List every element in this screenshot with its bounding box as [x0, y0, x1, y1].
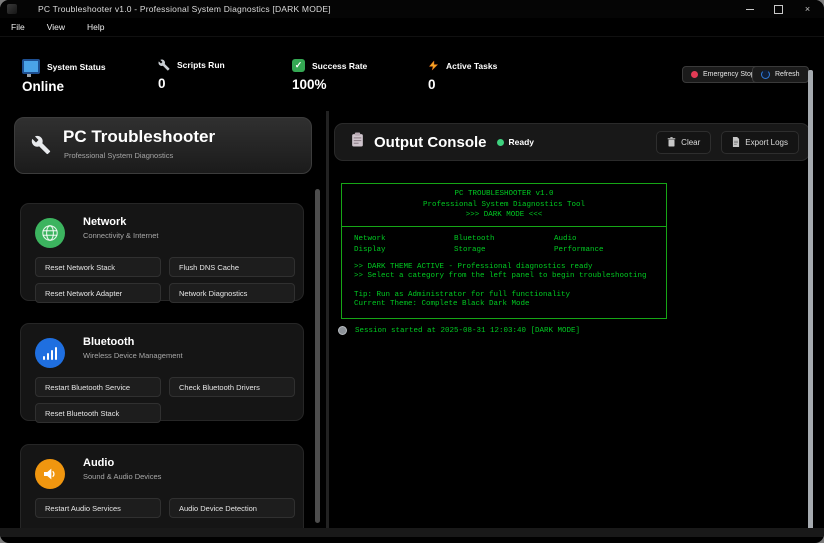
- session-log-entry: Session started at 2025-08-31 12:03:40 […: [338, 326, 580, 335]
- minimize-button[interactable]: [735, 0, 764, 18]
- banner-category: Storage: [454, 245, 554, 256]
- restart-bluetooth-service-button[interactable]: Restart Bluetooth Service: [35, 377, 161, 397]
- menu-view[interactable]: View: [36, 22, 76, 32]
- stat-label: Scripts Run: [177, 60, 225, 70]
- clear-button[interactable]: Clear: [656, 131, 711, 154]
- status-badge: Ready: [509, 137, 535, 147]
- main-content: PC Troubleshooter Professional System Di…: [0, 109, 824, 528]
- window-bottom-strip: [0, 528, 824, 537]
- close-button[interactable]: ×: [793, 0, 822, 18]
- flush-dns-cache-button[interactable]: Flush DNS Cache: [169, 257, 295, 277]
- check-bluetooth-drivers-button[interactable]: Check Bluetooth Drivers: [169, 377, 295, 397]
- refresh-button[interactable]: Refresh: [752, 66, 809, 83]
- menu-file[interactable]: File: [0, 22, 36, 32]
- console-panel: Output Console Ready Clear: [334, 109, 812, 528]
- console-message: >> DARK THEME ACTIVE - Professional diag…: [354, 263, 654, 273]
- banner-category: Display: [354, 245, 454, 256]
- app-subtitle: Professional System Diagnostics: [64, 151, 173, 160]
- console-scrollbar[interactable]: [808, 70, 813, 532]
- stat-value: 0: [158, 76, 225, 91]
- category-title: Network: [83, 216, 126, 228]
- clear-label: Clear: [681, 138, 700, 147]
- sidebar: PC Troubleshooter Professional System Di…: [8, 109, 322, 528]
- restart-audio-services-button[interactable]: Restart Audio Services: [35, 498, 161, 518]
- console-tip: Tip: Run as Administrator for full funct…: [354, 291, 654, 301]
- refresh-label: Refresh: [775, 71, 800, 78]
- window-title: PC Troubleshooter v1.0 - Professional Sy…: [38, 4, 331, 14]
- reset-network-stack-button[interactable]: Reset Network Stack: [35, 257, 161, 277]
- category-description: Sound & Audio Devices: [83, 472, 183, 482]
- export-logs-label: Export Logs: [745, 138, 788, 147]
- stat-success-rate: ✓ Success Rate 100%: [292, 59, 367, 92]
- stat-value: Online: [22, 79, 106, 94]
- document-icon: [732, 137, 740, 147]
- minimize-icon: [746, 9, 754, 10]
- stat-label: System Status: [47, 62, 106, 72]
- banner-category: Bluetooth: [454, 234, 554, 245]
- app-icon: [7, 4, 17, 14]
- category-card-audio: Audio Sound & Audio Devices Restart Audi…: [20, 444, 304, 528]
- emergency-stop-label: Emergency Stop: [703, 71, 755, 78]
- speaker-icon: [35, 459, 65, 489]
- category-title: Audio: [83, 457, 114, 469]
- stat-active-tasks: Active Tasks 0: [428, 59, 497, 92]
- stat-label: Success Rate: [312, 61, 367, 71]
- app-title: PC Troubleshooter: [63, 127, 215, 147]
- banner-category: Network: [354, 234, 454, 245]
- stat-value: 0: [428, 77, 497, 92]
- console-output: PC TROUBLESHOOTER v1.0 Professional Syst…: [334, 166, 804, 528]
- banner-category: Performance: [554, 245, 654, 256]
- banner-category: Audio: [554, 234, 654, 245]
- check-icon: ✓: [292, 59, 305, 72]
- signal-bars-icon: [35, 338, 65, 368]
- stat-label: Active Tasks: [446, 61, 497, 71]
- sidebar-header-card: PC Troubleshooter Professional System Di…: [14, 117, 312, 174]
- console-tip: Current Theme: Complete Black Dark Mode: [354, 300, 654, 310]
- category-description: Wireless Device Management: [83, 351, 183, 361]
- banner-line: >>> DARK MODE <<<: [342, 210, 666, 221]
- console-banner: PC TROUBLESHOOTER v1.0 Professional Syst…: [341, 183, 667, 319]
- close-icon: ×: [805, 4, 810, 14]
- refresh-icon: [761, 70, 770, 79]
- reset-bluetooth-stack-button[interactable]: Reset Bluetooth Stack: [35, 403, 161, 423]
- sidebar-scrollbar[interactable]: [315, 189, 320, 523]
- clipboard-icon: [351, 132, 364, 152]
- clock-icon: [338, 326, 347, 335]
- stat-value: 100%: [292, 77, 367, 92]
- banner-line: Professional System Diagnostics Tool: [342, 200, 666, 211]
- bolt-icon: [428, 59, 439, 72]
- category-card-bluetooth: Bluetooth Wireless Device Management Res…: [20, 323, 304, 421]
- wrench-icon: [158, 59, 170, 71]
- category-title: Bluetooth: [83, 336, 134, 348]
- globe-icon: [35, 218, 65, 248]
- maximize-icon: [774, 5, 783, 14]
- trash-icon: [667, 137, 676, 147]
- export-logs-button[interactable]: Export Logs: [721, 131, 799, 154]
- reset-network-adapter-button[interactable]: Reset Network Adapter: [35, 283, 161, 303]
- menu-help[interactable]: Help: [76, 22, 115, 32]
- panel-splitter[interactable]: [326, 111, 329, 528]
- console-message: >> Select a category from the left panel…: [354, 272, 654, 282]
- title-bar[interactable]: PC Troubleshooter v1.0 - Professional Sy…: [0, 0, 824, 18]
- screen: PC Troubleshooter v1.0 - Professional Sy…: [0, 0, 824, 543]
- window-controls: ×: [735, 0, 822, 18]
- stats-bar: System Status Online Scripts Run 0 ✓ Suc…: [0, 37, 824, 109]
- monitor-icon: [22, 59, 40, 74]
- audio-device-detection-button[interactable]: Audio Device Detection: [169, 498, 295, 518]
- app-window: PC Troubleshooter v1.0 - Professional Sy…: [0, 0, 824, 543]
- maximize-button[interactable]: [764, 0, 793, 18]
- category-description: Connectivity & Internet: [83, 231, 183, 241]
- session-text: Session started at 2025-08-31 12:03:40 […: [355, 327, 580, 335]
- stat-scripts-run: Scripts Run 0: [158, 59, 225, 91]
- console-title: Output Console: [374, 134, 487, 151]
- stat-system-status: System Status Online: [22, 59, 106, 94]
- network-diagnostics-button[interactable]: Network Diagnostics: [169, 283, 295, 303]
- banner-line: PC TROUBLESHOOTER v1.0: [342, 189, 666, 200]
- wrench-icon: [31, 135, 51, 160]
- stop-icon: [691, 71, 698, 78]
- console-header: Output Console Ready Clear: [334, 123, 810, 161]
- category-card-network: Network Connectivity & Internet Reset Ne…: [20, 203, 304, 301]
- status-dot: [497, 139, 504, 146]
- menu-bar: File View Help: [0, 18, 824, 37]
